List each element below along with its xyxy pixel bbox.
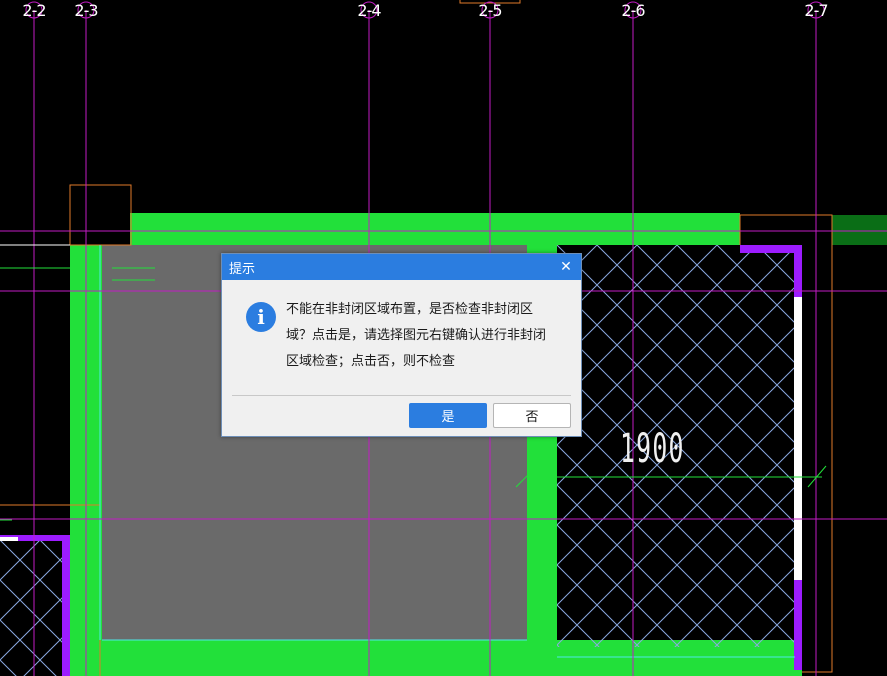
grid-label-2-7: 2-7: [804, 1, 828, 20]
grid-label-2-4: 2-4: [357, 1, 381, 20]
dimension-value: 1900: [620, 426, 685, 472]
dialog-body: i 不能在非封闭区域布置，是否检查非封闭区域？点击是，请选择图元右键确认进行非封…: [222, 280, 581, 395]
grid-label-2-5: 2-5: [478, 1, 502, 20]
yes-button[interactable]: 是: [409, 403, 487, 428]
close-icon[interactable]: ✕: [559, 260, 573, 274]
hatched-room-left[interactable]: [0, 540, 66, 676]
dialog-message: 不能在非封闭区域布置，是否检查非封闭区域？点击是，请选择图元右键确认进行非封闭区…: [286, 302, 547, 369]
axis-markers: [25, 1, 825, 19]
info-icon: i: [246, 302, 276, 332]
grid-label-2-3: 2-3: [74, 1, 98, 20]
grid-label-2-6: 2-6: [621, 1, 645, 20]
dialog-titlebar[interactable]: 提示 ✕: [222, 254, 581, 280]
dialog-divider: [232, 395, 571, 396]
grid-label-2-2: 2-2: [22, 1, 46, 20]
dialog-title: 提示: [229, 261, 256, 277]
prompt-dialog: 提示 ✕ i 不能在非封闭区域布置，是否检查非封闭区域？点击是，请选择图元右键确…: [221, 253, 582, 437]
no-button[interactable]: 否: [493, 403, 571, 428]
